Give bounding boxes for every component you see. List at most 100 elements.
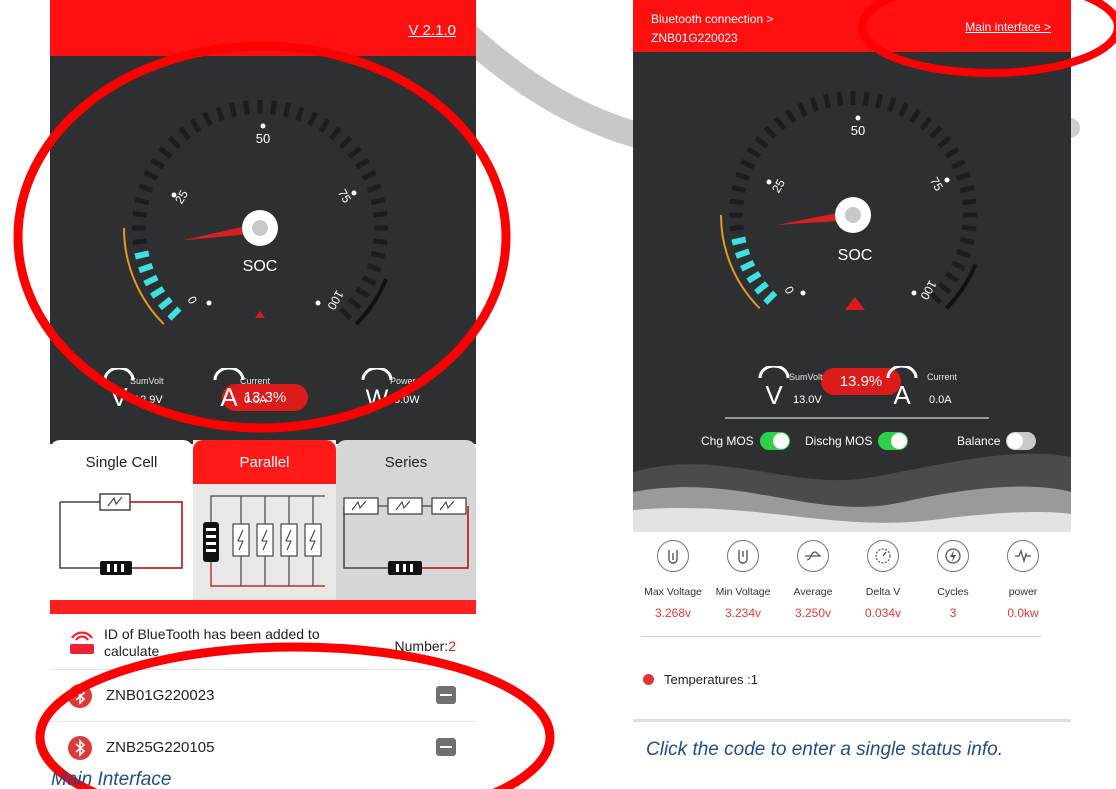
gauge-tick-mark <box>370 197 386 206</box>
mos-switch-row: Chg MOS Dischg MOS Balance <box>633 430 1071 456</box>
sumvolt-icon: V <box>103 368 135 408</box>
chg-mos-switch[interactable]: Chg MOS <box>701 432 790 450</box>
version-link[interactable]: V 2.1.0 <box>408 22 456 39</box>
gauge-tick-mark <box>338 306 353 321</box>
current-icon: A <box>886 366 918 406</box>
bluetooth-icon <box>68 684 92 708</box>
gauge-tick-mark <box>729 198 744 206</box>
parallel-cell <box>280 523 298 557</box>
gauge-tick-mark <box>746 270 762 284</box>
gauge-tick-mark <box>944 146 960 159</box>
remove-device-button[interactable] <box>436 738 456 756</box>
sumvolt-metric: V SumVolt 13.0V <box>757 366 867 410</box>
gauge-tick-mark <box>366 263 382 273</box>
gauge-tick-mark <box>746 146 762 159</box>
gauge-tick-mark <box>754 281 769 295</box>
gauge-tick-mark <box>739 260 756 272</box>
top-bar: Bluetooth connection > ZNB01G220023 Main… <box>633 0 1071 52</box>
device-row[interactable]: ZNB01G220023 <box>50 670 476 722</box>
gauge-tick-mark <box>243 100 250 115</box>
gauge-high-arc <box>944 263 978 310</box>
bluetooth-id-row: ID of BlueTooth has been added to calcul… <box>50 614 476 670</box>
gauge-tick-mark <box>773 116 787 131</box>
stat-cycles: Cycles 3 <box>917 540 989 620</box>
tab-single-cell[interactable]: Single Cell <box>50 440 193 600</box>
series-diagram-icon <box>343 497 469 575</box>
gauge-tick-mark <box>754 135 769 149</box>
current-value: 0.0A <box>929 394 952 406</box>
average-icon <box>797 540 829 572</box>
gauge-tick-mark <box>361 275 377 286</box>
gauge-tick-mark <box>318 118 331 133</box>
sumvolt-label: SumVolt <box>130 376 164 386</box>
composite-screenshot: V 2.1.0 50 25 75 0 100 SOC 13.3% V SumVo… <box>0 0 1116 789</box>
soc-label: SOC <box>243 258 278 275</box>
gauge-tick-75: 75 <box>335 187 354 206</box>
device-name[interactable]: ZNB25G220105 <box>106 739 214 756</box>
svg-text:A: A <box>893 380 911 406</box>
device-count: Number:2 <box>394 638 456 654</box>
top-bar: V 2.1.0 <box>50 0 476 56</box>
gauge-tick-mark <box>862 91 870 106</box>
gauge-tick-mark <box>937 135 952 149</box>
stat-max-voltage: Max Voltage 3.268v <box>637 540 709 620</box>
device-status-screen: Bluetooth connection > ZNB01G220023 Main… <box>633 0 1071 722</box>
gauge-tick-mark <box>132 238 147 245</box>
stat-average: Average 3.250v <box>777 540 849 620</box>
gauge-tick-mark <box>189 118 202 133</box>
gauge-tick-mark <box>729 224 744 232</box>
gauge-tick-mark <box>875 93 884 109</box>
gauge-tick-25: 25 <box>769 176 788 195</box>
sumvolt-value: 12.9V <box>134 394 163 406</box>
gauge-tick-mark <box>307 111 318 127</box>
gauge-tick-mark <box>809 97 820 112</box>
gauge-tick-mark <box>366 183 382 193</box>
gauge-tick-mark <box>202 111 213 127</box>
bluetooth-id-text: ID of BlueTooth has been added to calcul… <box>104 626 320 659</box>
gauge-tick-mark <box>270 100 277 115</box>
cycles-icon <box>937 540 969 572</box>
gauge-tick-mark <box>150 286 166 299</box>
bluetooth-connection-breadcrumb[interactable]: Bluetooth connection > ZNB01G220023 <box>651 10 773 48</box>
temperatures-header[interactable]: Temperatures :1 <box>643 672 758 687</box>
gauge-tick-mark <box>215 106 225 122</box>
power-metric: W Power 0.0W <box>360 368 470 408</box>
gauge-tick-mark <box>962 198 977 206</box>
gauge-tick-mark <box>796 102 808 117</box>
device-count-value: 2 <box>448 638 456 654</box>
gauge-tick-mark <box>898 102 910 117</box>
stat-min-voltage: Min Voltage 3.234v <box>707 540 779 620</box>
gauge-tick-mark <box>740 158 755 170</box>
gauge-tick-mark <box>373 238 388 245</box>
gauge-tick-mark <box>178 126 191 141</box>
main-interface-link[interactable]: Main interface > <box>965 20 1051 34</box>
power-icon: W <box>361 368 393 408</box>
gauge-tick-mark <box>295 106 305 122</box>
power-value: 0.0W <box>394 394 420 406</box>
tab-parallel[interactable]: Parallel <box>193 440 336 600</box>
current-icon: A <box>213 368 245 408</box>
gauge-tick-mark <box>959 184 975 193</box>
gauge-tick-mark <box>347 146 362 159</box>
gauge-tick-mark <box>962 224 977 232</box>
min-voltage-icon <box>727 540 759 572</box>
gauge-tick-mark <box>951 158 966 170</box>
gauge-tick-mark <box>138 262 154 274</box>
balance-switch[interactable]: Balance <box>957 432 1037 450</box>
gauge-tick-mark <box>929 125 943 139</box>
gauge-tick-mark <box>956 171 971 182</box>
dischg-mos-switch[interactable]: Dischg MOS <box>805 432 909 450</box>
bluetooth-icon <box>68 736 92 760</box>
sumvolt-metric: V SumVolt 12.9V <box>102 368 202 408</box>
single-cell-diagram-icon <box>59 493 183 575</box>
current-label: Current <box>927 372 958 382</box>
main-interface-screen: V 2.1.0 50 25 75 0 100 SOC 13.3% V SumVo… <box>50 0 476 770</box>
device-row[interactable]: ZNB25G220105 <box>50 722 476 770</box>
svg-text:V: V <box>110 382 128 408</box>
tab-series[interactable]: Series <box>336 440 476 600</box>
svg-text:W: W <box>366 385 389 408</box>
device-name[interactable]: ZNB01G220023 <box>106 687 214 704</box>
stat-power: power 0.0kw <box>987 540 1059 620</box>
remove-device-button[interactable] <box>436 686 456 704</box>
gauge-tick-mark <box>329 126 342 141</box>
